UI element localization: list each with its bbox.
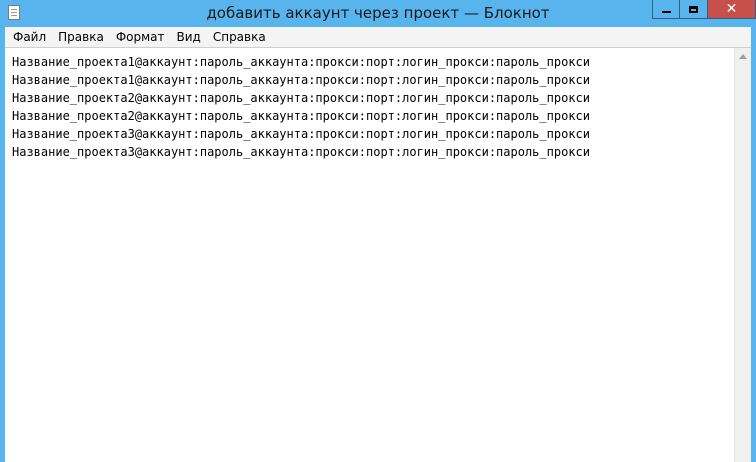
maximize-button[interactable]: [679, 0, 707, 19]
editor-area: Название_проекта1@аккаунт:пароль_аккаунт…: [5, 47, 751, 462]
menu-help[interactable]: Справка: [209, 27, 270, 47]
maximize-icon: [689, 5, 698, 13]
vertical-scrollbar[interactable]: [734, 48, 751, 462]
menu-bar: Файл Правка Формат Вид Справка: [0, 27, 756, 47]
text-editor[interactable]: Название_проекта1@аккаунт:пароль_аккаунт…: [5, 48, 734, 462]
text-line: Название_проекта1@аккаунт:пароль_аккаунт…: [12, 55, 590, 69]
text-line: Название_проекта3@аккаунт:пароль_аккаунт…: [12, 127, 590, 141]
minimize-icon: [661, 11, 671, 13]
text-line: Название_проекта2@аккаунт:пароль_аккаунт…: [12, 109, 590, 123]
menu-view[interactable]: Вид: [173, 27, 205, 47]
text-line: Название_проекта1@аккаунт:пароль_аккаунт…: [12, 73, 590, 87]
text-line: Название_проекта3@аккаунт:пароль_аккаунт…: [12, 145, 590, 159]
menu-edit[interactable]: Правка: [54, 27, 108, 47]
close-icon: ✕: [725, 1, 738, 17]
menu-format[interactable]: Формат: [112, 27, 169, 47]
close-button[interactable]: ✕: [707, 0, 756, 19]
window-title: добавить аккаунт через проект — Блокнот: [206, 4, 550, 22]
menu-file[interactable]: Файл: [9, 27, 50, 47]
arrow-up-icon: [739, 54, 747, 59]
scroll-up-button[interactable]: [735, 48, 751, 65]
title-bar[interactable]: добавить аккаунт через проект — Блокнот …: [0, 0, 756, 27]
minimize-button[interactable]: [652, 0, 679, 19]
text-line: Название_проекта2@аккаунт:пароль_аккаунт…: [12, 91, 590, 105]
